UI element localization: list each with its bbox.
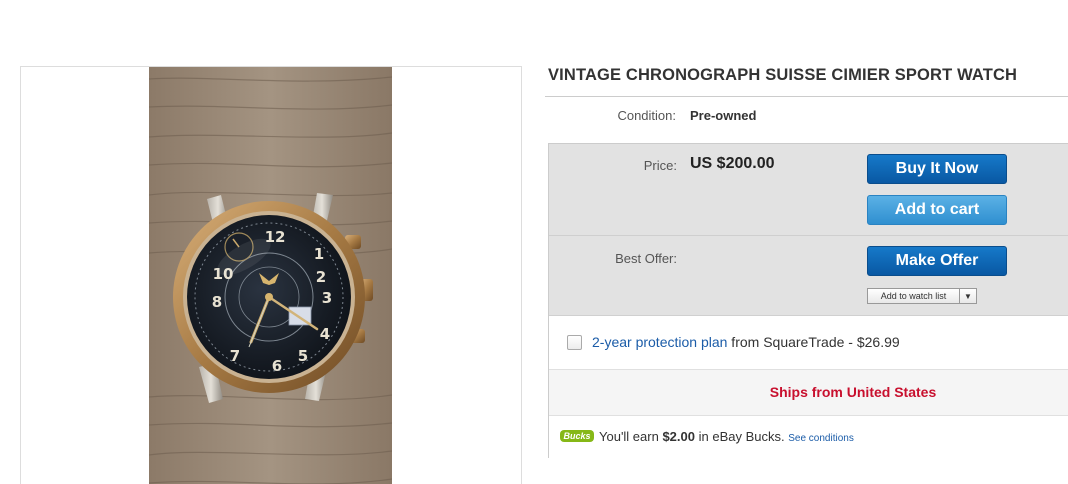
- svg-text:5: 5: [298, 347, 308, 365]
- watch-list-label[interactable]: Add to watch list: [868, 289, 960, 303]
- item-image-panel: 12 1 3 4 6 7 8 10 2 5: [20, 66, 522, 484]
- svg-text:2: 2: [316, 268, 326, 286]
- bucks-logo-icon: Bucks: [560, 430, 594, 442]
- add-to-cart-button[interactable]: Add to cart: [867, 195, 1007, 225]
- best-offer-label: Best Offer:: [615, 251, 677, 266]
- condition-value: Pre-owned: [690, 108, 757, 123]
- listing-title: VINTAGE CHRONOGRAPH SUISSE CIMIER SPORT …: [548, 66, 1018, 84]
- buy-it-now-button[interactable]: Buy It Now: [867, 154, 1007, 184]
- item-photo[interactable]: 12 1 3 4 6 7 8 10 2 5: [149, 67, 392, 484]
- protection-plan-price: from SquareTrade - $26.99: [727, 334, 900, 350]
- svg-text:1: 1: [314, 245, 324, 263]
- bucks-earn-prefix: You'll earn: [599, 429, 663, 444]
- protection-plan-link[interactable]: 2-year protection plan: [592, 334, 727, 350]
- svg-text:3: 3: [322, 289, 332, 307]
- price-label: Price:: [643, 158, 677, 173]
- title-divider: [545, 96, 1068, 97]
- ships-from-text: Ships from United States: [769, 384, 937, 400]
- svg-text:8: 8: [212, 293, 222, 311]
- svg-text:7: 7: [230, 347, 240, 365]
- price-section: Price: US $200.00 Buy It Now Add to cart: [549, 144, 1068, 236]
- see-conditions-link[interactable]: See conditions: [788, 433, 854, 444]
- bucks-earn-amount: $2.00: [662, 429, 695, 444]
- add-to-watch-list-button[interactable]: Add to watch list ▼: [867, 288, 977, 304]
- protection-plan-checkbox[interactable]: [567, 335, 582, 350]
- bucks-earn-suffix: in eBay Bucks.: [695, 429, 789, 444]
- price-value: US $200.00: [690, 155, 775, 172]
- shipping-section: Ships from United States: [549, 370, 1068, 416]
- condition-label: Condition:: [617, 108, 676, 123]
- svg-text:4: 4: [320, 325, 330, 343]
- make-offer-button[interactable]: Make Offer: [867, 246, 1007, 276]
- best-offer-section: Best Offer: Make Offer Add to watch list…: [549, 236, 1068, 316]
- ebay-bucks-section: Bucks You'll earn $2.00 in eBay Bucks. S…: [549, 416, 1068, 459]
- buy-box: Price: US $200.00 Buy It Now Add to cart…: [548, 143, 1068, 459]
- protection-plan-text: 2-year protection plan from SquareTrade …: [592, 334, 900, 350]
- svg-text:6: 6: [272, 357, 282, 375]
- chevron-down-icon[interactable]: ▼: [960, 289, 976, 303]
- watch-photo-image: 12 1 3 4 6 7 8 10 2 5: [149, 67, 392, 484]
- bucks-earn-text: You'll earn $2.00 in eBay Bucks. See con…: [599, 429, 854, 444]
- protection-plan-section: 2-year protection plan from SquareTrade …: [549, 316, 1068, 370]
